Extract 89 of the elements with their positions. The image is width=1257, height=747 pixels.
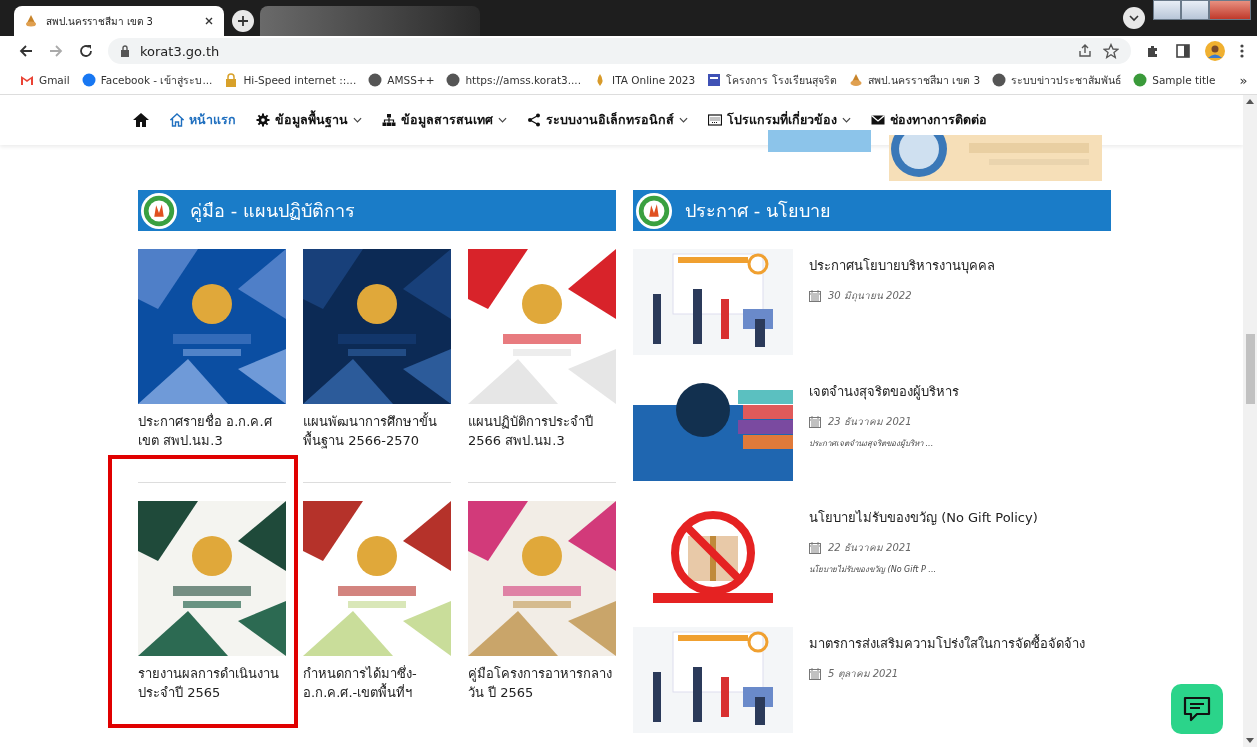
bookmark[interactable]: สพป.นครราชสีมา เขต 3 — [848, 71, 981, 89]
document-title[interactable]: กำหนดการได้มาซึ่ง-อ.ก.ค.ศ.-เขตพื้นที่ฯ — [303, 664, 453, 704]
document-title[interactable]: คู่มือโครงการอาหารกลางวัน ปี 2565 — [468, 664, 618, 704]
announcement-title[interactable]: ประกาศนโยบายบริหารงานบุคคล — [809, 255, 995, 276]
bookmark[interactable]: ITA Online 2023 — [593, 73, 696, 87]
calendar-icon — [809, 541, 821, 554]
globe-icon — [992, 73, 1007, 87]
browser-tab[interactable]: สพป.นครราชสีมา เขต 3 — [14, 6, 224, 36]
scroll-down-icon[interactable] — [1246, 738, 1254, 743]
nav-menu-item[interactable]: ระบบงานอิเล็กทรอนิกส์ — [527, 110, 688, 130]
scroll-up-icon[interactable] — [1246, 99, 1254, 104]
emblem-icon — [848, 73, 863, 87]
bookmark-label: Hi-Speed internet ::... — [243, 74, 357, 86]
bookmark[interactable]: Hi-Speed internet ::... — [224, 73, 357, 87]
announcement-title[interactable]: เจตจำนงสุจริตของผู้บริหาร — [809, 381, 959, 402]
badge-icon — [1133, 73, 1148, 87]
date-text: 22 ธันวาคม 2021 — [828, 541, 912, 555]
bookmark-label: โครงการ โรงเรียนสุจริต — [726, 72, 837, 89]
nav-menu-item[interactable]: โปรแกรมที่เกี่ยวข้อง — [708, 110, 851, 130]
logo-icon — [635, 191, 673, 230]
sitemap-icon — [382, 113, 396, 127]
address-bar[interactable]: korat3.go.th — [108, 38, 1131, 64]
bookmarks-overflow[interactable]: » — [1239, 72, 1248, 88]
announcement-title[interactable]: มาตรการส่งเสริมความโปร่งใสในการจัดซื้อจัดจ้าง — [809, 633, 1085, 654]
emblem-icon — [24, 14, 38, 28]
mail-icon — [871, 113, 885, 127]
bookmark-label: Gmail — [39, 74, 70, 86]
chat-button[interactable] — [1171, 684, 1223, 734]
bookmark[interactable]: AMSS++ — [368, 73, 435, 87]
window-controls[interactable] — [1153, 0, 1251, 20]
tab-title: สพป.นครราชสีมา เขต 3 — [46, 14, 154, 29]
excerpt-text: ประกาศเจตจำนงสุจริตของผู้บริหา ... — [809, 438, 935, 450]
share-icon[interactable] — [1077, 43, 1093, 59]
document-title[interactable]: ประกาศรายชื่อ อ.ก.ค.ศ เขต สพป.นม.3 — [138, 412, 288, 452]
bookmark[interactable]: Sample title — [1133, 73, 1216, 87]
bookmark[interactable]: Gmail — [20, 73, 70, 87]
bookmark-label: AMSS++ — [387, 74, 435, 86]
side-panel-icon[interactable] — [1175, 43, 1191, 59]
globe-icon — [446, 73, 461, 87]
section-title: ประกาศ - นโยบาย — [685, 199, 831, 223]
bookmark-label: ITA Online 2023 — [612, 74, 696, 86]
home-icon[interactable] — [132, 112, 150, 128]
globe-icon — [368, 73, 383, 87]
document-title[interactable]: แผนพัฒนาการศึกษาขั้นพื้นฐาน 2566-2570 — [303, 412, 453, 452]
bookmark[interactable]: ระบบข่าวประชาสัมพันธ์ — [992, 71, 1122, 89]
reload-icon[interactable] — [78, 43, 94, 59]
date-text: 30 มิถุนายน 2022 — [828, 289, 912, 303]
nav-menu-item[interactable]: หน้าแรก — [170, 110, 236, 130]
bookmark-label: Sample title — [1152, 74, 1216, 86]
star-icon[interactable] — [1103, 43, 1119, 59]
document-title[interactable]: รายงานผลการดำเนินงานประจำปี 2565 — [138, 664, 288, 704]
document-title[interactable]: แผนปฏิบัติการประจำปี 2566 สพป.นม.3 — [468, 412, 618, 452]
gear-icon — [256, 113, 270, 127]
bookmark-label: https://amss.korat3.... — [465, 74, 582, 86]
scrollbar[interactable] — [1243, 95, 1257, 747]
url-text: korat3.go.th — [140, 43, 220, 59]
close-icon[interactable] — [204, 16, 214, 26]
lock-icon — [120, 45, 130, 57]
new-tab-icon[interactable] — [232, 10, 254, 32]
bookmark-label: Facebook - เข้าสู่ระบ... — [100, 72, 213, 89]
share-icon — [527, 113, 541, 127]
keyboard-icon — [708, 113, 722, 127]
window-icon — [707, 73, 722, 87]
bookmark-label: สพป.นครราชสีมา เขต 3 — [867, 72, 981, 88]
bookmark[interactable]: โครงการ โรงเรียนสุจริต — [707, 71, 837, 89]
scroll-thumb[interactable] — [1245, 334, 1255, 404]
menu-icon[interactable] — [1239, 43, 1245, 59]
date-text: 23 ธันวาคม 2021 — [828, 415, 912, 429]
home-icon — [170, 113, 184, 127]
mail-icon — [20, 73, 34, 87]
section-title: คู่มือ - แผนปฏิบัติการ — [190, 199, 355, 224]
profile-avatar-icon[interactable] — [1205, 41, 1225, 61]
nav-menu-item[interactable]: ข้อมูลพื้นฐาน — [256, 110, 362, 130]
calendar-icon — [809, 289, 821, 302]
back-icon[interactable] — [18, 43, 34, 59]
calendar-icon — [809, 667, 821, 680]
tab-search-icon[interactable] — [1123, 7, 1145, 29]
nav-menu-item[interactable]: ช่องทางการติดต่อ — [871, 110, 987, 130]
logo-icon — [140, 191, 178, 230]
nav-menu-item[interactable]: ข้อมูลสารสนเทศ — [382, 110, 507, 130]
calendar-icon — [809, 415, 821, 428]
lock-icon — [224, 73, 239, 87]
bookmark[interactable]: https://amss.korat3.... — [446, 73, 582, 87]
date-text: 5 ตุลาคม 2021 — [828, 667, 899, 681]
chat-icon — [1183, 696, 1211, 722]
bookmark-label: ระบบข่าวประชาสัมพันธ์ — [1011, 72, 1122, 88]
announcement-title[interactable]: นโยบายไม่รับของขวัญ (No Gift Policy) — [809, 507, 1038, 528]
excerpt-text: นโยบายไม่รับของขวัญ (No Gift P ... — [809, 563, 937, 576]
bookmark[interactable]: Facebook - เข้าสู่ระบ... — [81, 71, 213, 89]
